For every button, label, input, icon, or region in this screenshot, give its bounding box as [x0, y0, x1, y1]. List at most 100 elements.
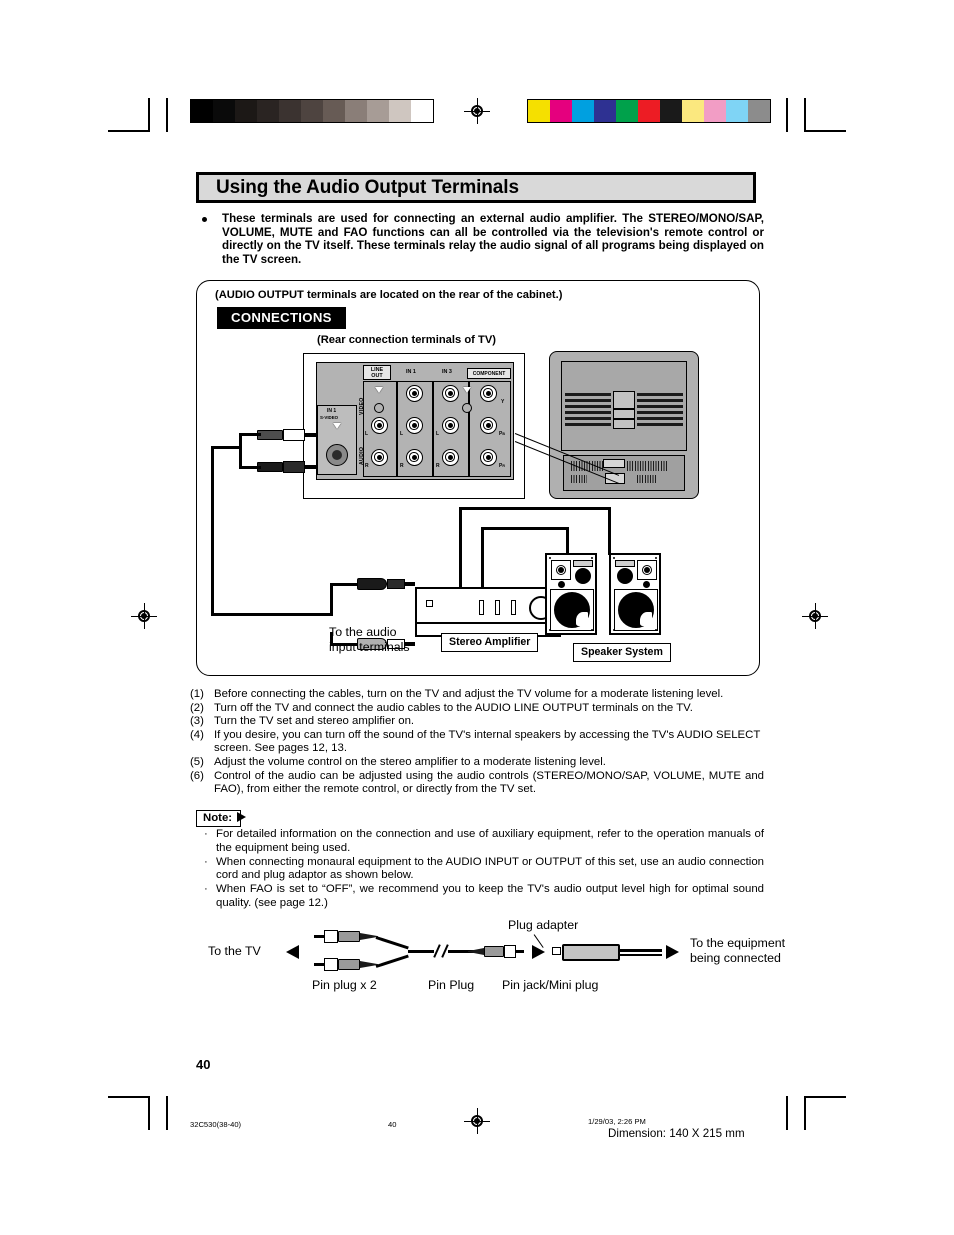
grayscale-swatch	[191, 100, 213, 122]
page-title: Using the Audio Output Terminals	[196, 172, 756, 203]
speaker-wire	[481, 527, 484, 591]
grayscale-swatch	[389, 100, 411, 122]
label-component-y: Y	[501, 399, 505, 405]
pin-plug-single	[468, 945, 524, 958]
label-in3-l: L	[436, 431, 440, 437]
plug-into-amplifier-top	[357, 577, 415, 591]
jack-component-pr	[480, 449, 497, 466]
tv-vent-slot	[565, 423, 611, 426]
note-label: Note:	[196, 810, 242, 827]
tv-center-module	[613, 419, 635, 429]
crop-mark-top-right-inner	[786, 98, 788, 132]
grayscale-swatch	[235, 100, 257, 122]
note-bullet-icon: ·	[204, 855, 208, 868]
crop-mark-top-left-v	[148, 98, 150, 132]
crop-mark-bottom-left-inner	[166, 1096, 168, 1130]
grayscale-calibration-bar	[190, 99, 434, 123]
rear-terminals-caption: (Rear connection terminals of TV)	[317, 334, 497, 346]
note-bullet-icon: ·	[204, 883, 208, 896]
note-bullet-icon: ·	[204, 828, 208, 840]
step-text: Before connecting the cables, turn on th…	[214, 688, 724, 700]
svideo-in1-label: IN 1	[327, 408, 337, 414]
line-out-video-triangle-icon	[375, 387, 383, 393]
y-cable-trunk	[408, 950, 434, 953]
tv-vent-slot	[565, 399, 611, 402]
speaker-wire	[459, 507, 462, 591]
step-number: (2)	[190, 701, 204, 714]
label-component-pr: PR	[499, 463, 505, 469]
audio-cable-wire	[239, 433, 261, 436]
crop-mark-bottom-right-inner	[786, 1096, 788, 1130]
crop-mark-top-left-h	[108, 130, 150, 132]
plug-adapter-body	[562, 944, 620, 961]
speaker-woofer-housing	[614, 589, 658, 631]
step-number: (5)	[190, 755, 204, 768]
step-row: (6) Control of the audio can be adjusted…	[190, 770, 764, 797]
speaker-left	[545, 553, 597, 635]
tv-vent-slot	[637, 411, 683, 414]
speaker-small-driver	[643, 581, 650, 588]
step-text: Turn off the TV and connect the audio ca…	[214, 701, 693, 714]
step-number: (6)	[190, 769, 204, 782]
tv-vent-slot	[565, 417, 611, 420]
pin-plug-x2-label: Pin plug x 2	[312, 978, 377, 992]
registration-mark-bottom	[464, 1108, 490, 1134]
crop-mark-top-left-inner	[166, 98, 168, 132]
component-triangle-icon	[463, 387, 471, 393]
jack-in1-video	[406, 385, 423, 402]
color-swatch	[528, 100, 550, 122]
intro-paragraph: These terminals are used for connecting …	[200, 212, 764, 266]
mini-plug-pin	[620, 949, 662, 952]
color-swatch	[638, 100, 660, 122]
registration-mark-top	[464, 98, 490, 124]
footer-dimension: Dimension: 140 X 215 mm	[608, 1127, 745, 1140]
registration-mark-left	[131, 603, 157, 629]
crop-mark-top-right-h	[804, 130, 846, 132]
color-swatch	[594, 100, 616, 122]
to-audio-input-line1: To the audio	[329, 625, 397, 639]
speaker-midrange	[617, 568, 633, 584]
step-row: (4) If you desire, you can turn off the …	[190, 729, 764, 756]
jack-component-pb	[480, 417, 497, 434]
amplifier-button	[511, 600, 516, 615]
speaker-wire	[608, 507, 611, 555]
grayscale-swatch	[411, 100, 433, 122]
speaker-tweeter	[551, 560, 571, 580]
grayscale-swatch	[301, 100, 323, 122]
step-row: (1) Before connecting the cables, turn o…	[190, 688, 764, 702]
color-swatch	[550, 100, 572, 122]
color-swatch	[572, 100, 594, 122]
cable-break-mark	[433, 944, 441, 958]
footer-timestamp: 1/29/03, 2:26 PM	[588, 1117, 646, 1126]
label-line-out-l: L	[365, 431, 369, 437]
tv-vent-slot	[637, 423, 683, 426]
tv-vent-slot	[565, 411, 611, 414]
jack-component-y	[480, 385, 497, 402]
footer-rule-left	[108, 1096, 150, 1097]
speaker-port	[615, 560, 635, 567]
jack-line-out-audio-r	[371, 449, 388, 466]
speaker-woofer	[618, 592, 654, 628]
y-cable-branch	[375, 936, 409, 950]
tv-rear-illustration	[549, 351, 699, 499]
pin-plug-upper	[314, 930, 380, 943]
svideo-label: S-VIDEO	[320, 415, 339, 420]
registration-mark-right	[802, 603, 828, 629]
step-text: Control of the audio can be adjusted usi…	[214, 769, 764, 796]
step-number: (1)	[190, 688, 204, 700]
grayscale-swatch	[213, 100, 235, 122]
svideo-connector	[326, 444, 348, 466]
color-swatch	[748, 100, 770, 122]
line-out-ring-icon	[374, 403, 384, 413]
pin-plug-lower	[314, 958, 380, 971]
footer-file-ref: 32C530(38-40)	[190, 1120, 242, 1129]
page-title-text: Using the Audio Output Terminals	[216, 176, 519, 198]
jack-in3-video	[442, 385, 459, 402]
plug-into-line-out-l	[257, 429, 319, 441]
bullet-icon	[202, 217, 207, 222]
label-in3-r: R	[436, 463, 440, 469]
audio-cable-wire	[239, 433, 242, 469]
speaker-right	[609, 553, 661, 635]
jack-in3-audio-l	[442, 417, 459, 434]
label-in1-r: R	[400, 463, 404, 469]
